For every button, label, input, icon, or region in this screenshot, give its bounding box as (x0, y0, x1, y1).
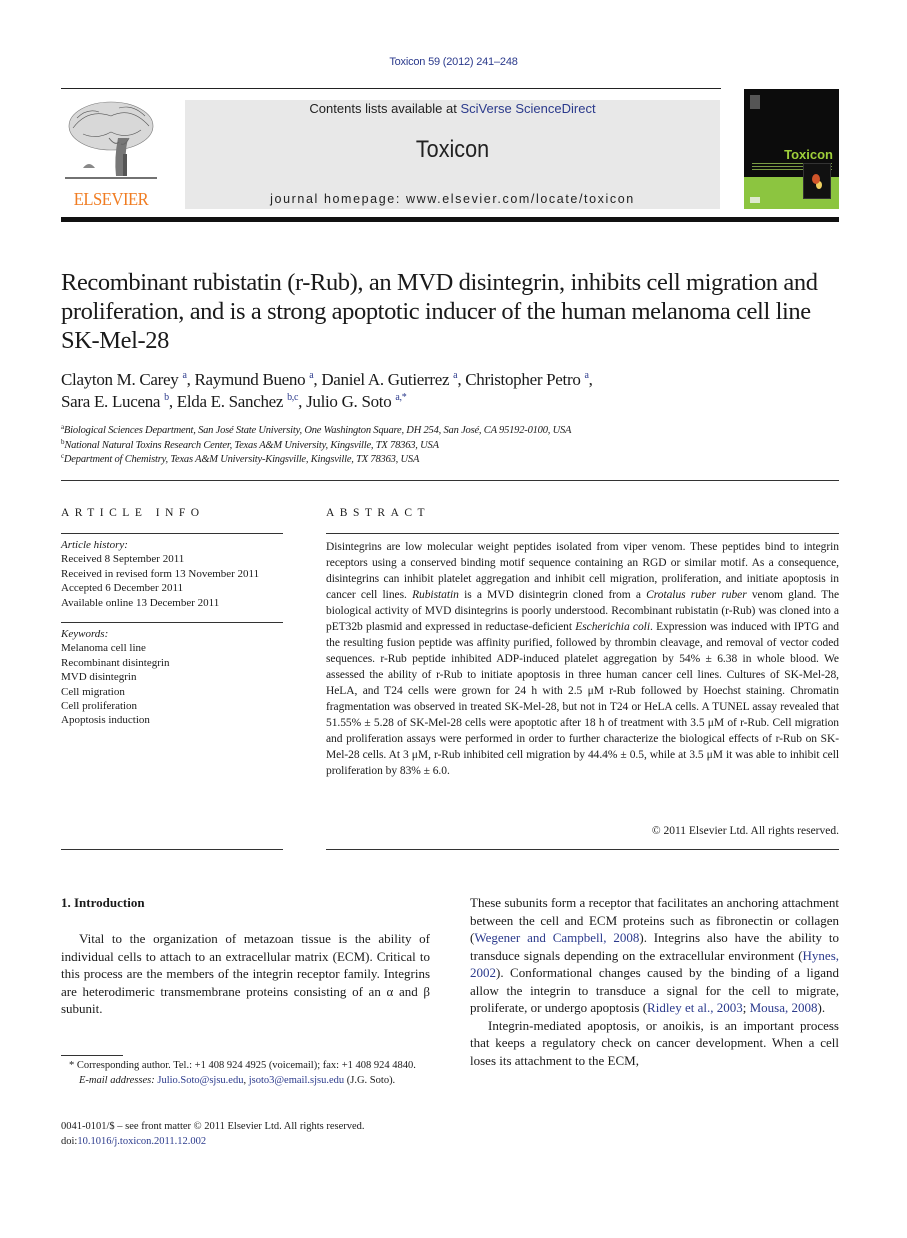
journal-homepage-line: journal homepage: www.elsevier.com/locat… (185, 192, 720, 206)
title-divider (61, 480, 839, 481)
journal-cover-image[interactable]: Toxicon (744, 89, 839, 209)
contents-prefix: Contents lists available at (309, 101, 461, 116)
abstract-segment: is a MVD disintegrin cloned from a (458, 589, 647, 601)
doi-line: doi:10.1016/j.toxicon.2011.12.002 (61, 1134, 430, 1149)
affiliation-item: aBiological Sciences Department, San Jos… (61, 423, 572, 437)
elsevier-logo[interactable]: ELSEVIER (61, 98, 161, 210)
article-info-rule (61, 533, 283, 534)
keyword-item: Cell migration (61, 685, 125, 698)
cover-publisher-icon (750, 95, 760, 109)
author-list: Clayton M. Carey a, Raymund Bueno a, Dan… (61, 370, 593, 411)
affiliation-marker[interactable]: a (453, 370, 457, 381)
introduction-heading: 1. Introduction (61, 895, 145, 910)
email-link[interactable]: Julio.Soto@sjsu.edu (157, 1075, 243, 1086)
cover-title: Toxicon (784, 147, 833, 162)
affiliation-key: a (61, 423, 64, 431)
history-revised: Received in revised form 13 November 201… (61, 567, 260, 580)
citation-link[interactable]: Mousa, 2008 (750, 1000, 818, 1015)
keyword-item: Melanoma cell line (61, 642, 146, 655)
affiliation-item: cDepartment of Chemistry, Texas A&M Univ… (61, 452, 420, 466)
email-link[interactable]: jsoto3@email.sjsu.edu (249, 1075, 344, 1086)
keyword-item: MVD disintegrin (61, 671, 137, 684)
journal-name: Toxicon (415, 136, 490, 163)
article-info-bottom-rule (61, 849, 283, 850)
author-name: Sara E. Lucena (61, 392, 165, 411)
affiliation-item: bNational Natural Toxins Research Center… (61, 437, 439, 451)
article-title: Recombinant rubistatin (r-Rub), an MVD d… (61, 269, 818, 354)
citation-link[interactable]: Ridley et al., 2003 (647, 1000, 743, 1015)
cover-elsevier-icon (750, 197, 760, 203)
intro-text-segment: ). (817, 1000, 826, 1015)
author-name: Raymund Bueno (194, 370, 310, 389)
article-history-label: Article history: (61, 539, 128, 551)
doi-link[interactable]: 10.1016/j.toxicon.2011.12.002 (77, 1136, 206, 1147)
abstract-segment: . Expression was induced with IPTG and t… (326, 621, 839, 777)
header-thick-rule (61, 217, 839, 222)
author-name: Julio G. Soto (306, 392, 396, 411)
intro-paragraph: Integrin-mediated apoptosis, or anoikis,… (470, 1017, 839, 1068)
keywords-list: Keywords: Melanoma cell line Recombinant… (61, 627, 283, 728)
affiliation-key: c (61, 452, 64, 460)
affiliations: aBiological Sciences Department, San Jos… (61, 424, 851, 468)
cover-micrograph-icon (803, 163, 831, 199)
keywords-label: Keywords: (61, 628, 109, 640)
article-history: Article history: Received 8 September 20… (61, 538, 283, 610)
abstract-rule (326, 533, 839, 534)
front-matter: 0041-0101/$ – see front matter © 2011 El… (61, 1119, 430, 1149)
sciencedirect-link[interactable]: SciVerse ScienceDirect (460, 101, 595, 116)
corresponding-author-text: * Corresponding author. Tel.: +1 408 924… (69, 1060, 416, 1071)
introduction-left-column: Vital to the organization of metazoan ti… (61, 930, 430, 1018)
abstract-italic-term: Crotalus ruber ruber (646, 589, 747, 601)
journal-citation-link[interactable]: Toxicon 59 (2012) 241–248 (0, 56, 907, 68)
affiliation-marker[interactable]: b,c (287, 392, 298, 403)
intro-paragraph: These subunits form a receptor that faci… (470, 894, 839, 1017)
article-info-heading: ARTICLE INFO (61, 507, 205, 519)
contents-line: Contents lists available at SciVerse Sci… (185, 101, 720, 116)
keywords-rule (61, 622, 283, 623)
email-suffix: (J.G. Soto). (344, 1074, 396, 1086)
keyword-item: Recombinant disintegrin (61, 656, 170, 669)
introduction-right-column: These subunits form a receptor that faci… (470, 894, 839, 1069)
journal-header-box: Contents lists available at SciVerse Sci… (185, 100, 720, 209)
intro-paragraph: Vital to the organization of metazoan ti… (61, 931, 430, 1016)
abstract-copyright: © 2011 Elsevier Ltd. All rights reserved… (651, 825, 839, 837)
history-accepted: Accepted 6 December 2011 (61, 582, 184, 595)
author-name: Elda E. Sanchez (176, 392, 288, 411)
abstract-bottom-rule (326, 849, 839, 850)
email-label: E-mail addresses: (79, 1074, 158, 1086)
homepage-link[interactable]: www.elsevier.com/locate/toxicon (406, 192, 635, 206)
intro-text-segment: ; (742, 1000, 750, 1015)
header-top-rule (61, 88, 721, 89)
author-name: Daniel A. Gutierrez (321, 370, 454, 389)
citation-link[interactable]: Wegener and Campbell, 2008 (474, 930, 639, 945)
elsevier-wordmark: ELSEVIER (73, 189, 149, 209)
affiliation-marker[interactable]: b (164, 392, 169, 403)
front-matter-text: 0041-0101/$ – see front matter © 2011 El… (61, 1121, 365, 1132)
corresponding-author-footnote: * Corresponding author. Tel.: +1 408 924… (61, 1059, 430, 1088)
affiliation-marker[interactable]: a (182, 370, 186, 381)
homepage-prefix: journal homepage: (270, 192, 406, 206)
affiliation-marker[interactable]: a (309, 370, 313, 381)
keyword-item: Apoptosis induction (61, 714, 150, 727)
history-online: Available online 13 December 2011 (61, 596, 220, 609)
author-name: Clayton M. Carey (61, 370, 183, 389)
footnote-rule (61, 1055, 123, 1056)
doi-prefix: doi: (61, 1136, 78, 1147)
author-name: Christopher Petro (465, 370, 585, 389)
keyword-item: Cell proliferation (61, 700, 138, 713)
affiliation-key: b (61, 437, 65, 446)
abstract-italic-term: Escherichia coli (575, 621, 650, 633)
affiliation-marker[interactable]: a (584, 370, 588, 381)
history-received: Received 8 September 2011 (61, 553, 185, 566)
abstract-heading: ABSTRACT (326, 507, 431, 519)
abstract-text: Disintegrins are low molecular weight pe… (326, 539, 839, 779)
affiliation-marker[interactable]: a,* (395, 392, 406, 403)
email-line: E-mail addresses: Julio.Soto@sjsu.edu, j… (61, 1074, 430, 1089)
elsevier-tree-icon (65, 101, 157, 179)
abstract-italic-term: Rubistatin (412, 589, 459, 601)
